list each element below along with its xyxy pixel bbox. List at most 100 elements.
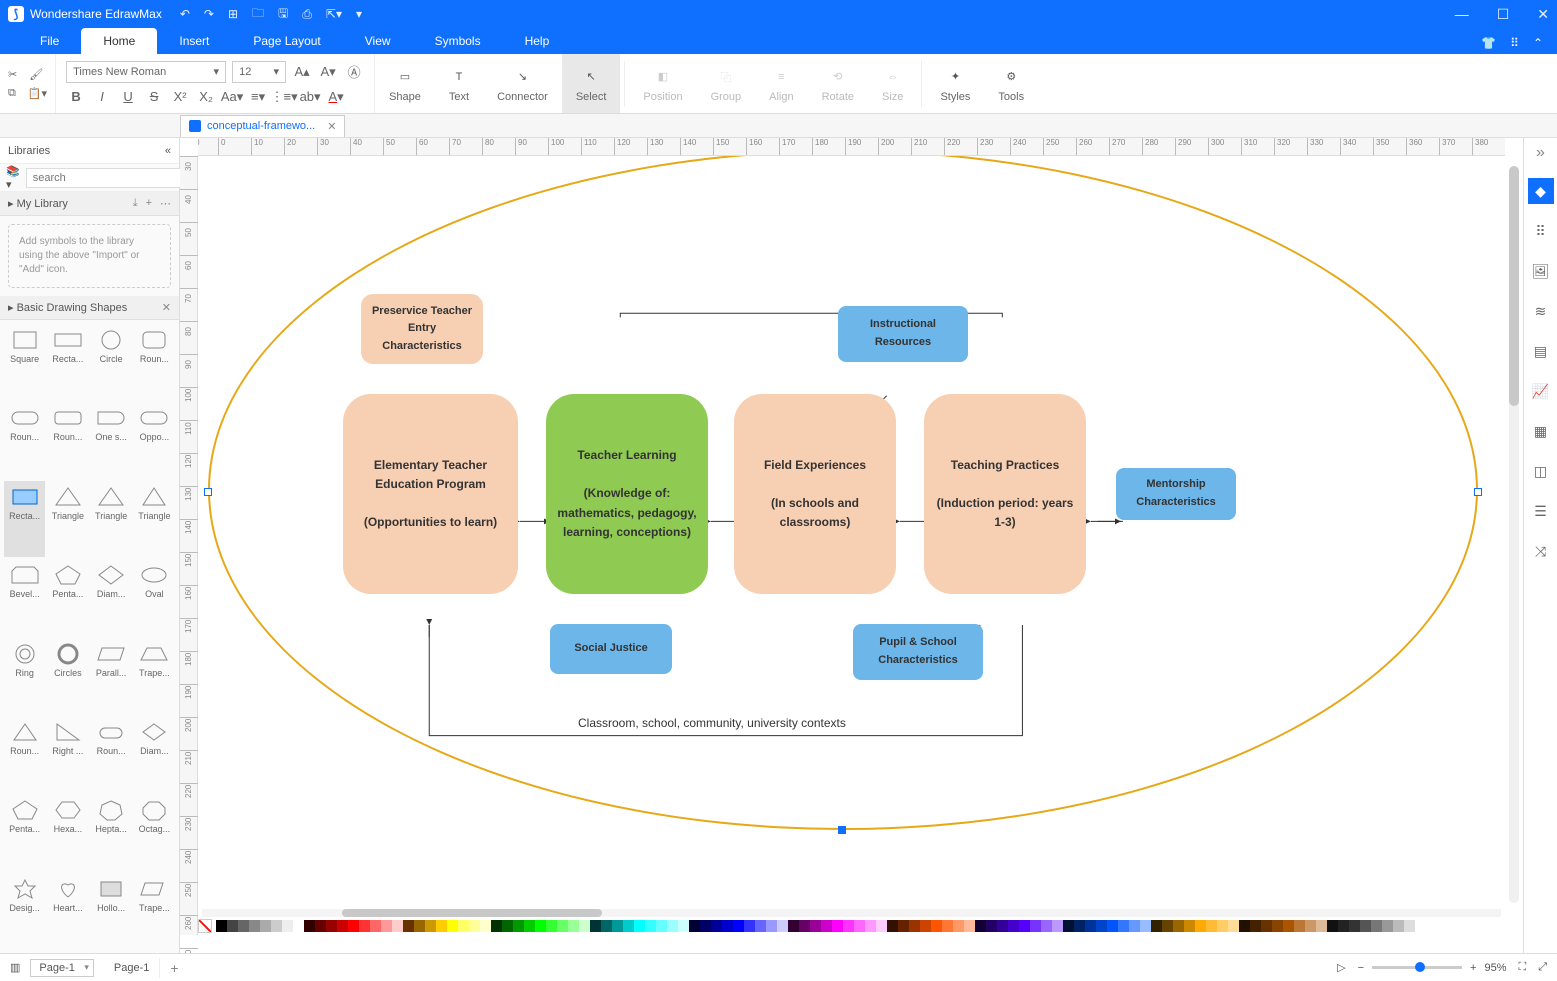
- color-swatch[interactable]: [1283, 920, 1294, 932]
- color-swatch[interactable]: [1327, 920, 1338, 932]
- close-section-icon[interactable]: ✕: [162, 301, 171, 314]
- select-tool[interactable]: ↖Select: [562, 54, 621, 113]
- library-search-input[interactable]: [26, 168, 182, 188]
- color-swatch[interactable]: [612, 920, 623, 932]
- styles-tool[interactable]: ✦Styles: [926, 54, 984, 113]
- color-swatch[interactable]: [271, 920, 282, 932]
- color-swatch[interactable]: [1063, 920, 1074, 932]
- color-swatch[interactable]: [667, 920, 678, 932]
- shape-item[interactable]: Recta...: [47, 324, 88, 400]
- no-color-icon[interactable]: [198, 919, 212, 933]
- color-swatch[interactable]: [425, 920, 436, 932]
- node-mentorship[interactable]: Mentorship Characteristics: [1116, 468, 1236, 520]
- color-swatch[interactable]: [1096, 920, 1107, 932]
- color-swatch[interactable]: [447, 920, 458, 932]
- shape-item[interactable]: Circle: [91, 324, 132, 400]
- color-swatch[interactable]: [810, 920, 821, 932]
- shape-item[interactable]: Roun...: [134, 324, 175, 400]
- color-swatch[interactable]: [700, 920, 711, 932]
- export-icon[interactable]: ⇱▾: [326, 7, 342, 21]
- color-swatch[interactable]: [953, 920, 964, 932]
- color-swatch[interactable]: [711, 920, 722, 932]
- color-swatch[interactable]: [1074, 920, 1085, 932]
- align-tool[interactable]: ≡Align: [755, 54, 807, 113]
- color-swatch[interactable]: [920, 920, 931, 932]
- color-swatch[interactable]: [282, 920, 293, 932]
- color-swatch[interactable]: [359, 920, 370, 932]
- bullets-icon[interactable]: ≡▾: [248, 87, 268, 107]
- shape-item[interactable]: Roun...: [4, 402, 45, 478]
- text-tool[interactable]: TText: [435, 54, 483, 113]
- color-swatch[interactable]: [777, 920, 788, 932]
- zoom-out-icon[interactable]: −: [1358, 962, 1364, 974]
- color-swatch[interactable]: [1250, 920, 1261, 932]
- italic-icon[interactable]: I: [92, 87, 112, 107]
- size-tool[interactable]: ⇔Size: [868, 54, 917, 113]
- import-icon[interactable]: ⤓: [133, 197, 138, 210]
- color-swatch[interactable]: [1052, 920, 1063, 932]
- shape-item[interactable]: Ring: [4, 638, 45, 714]
- color-swatch[interactable]: [513, 920, 524, 932]
- color-swatch[interactable]: [1404, 920, 1415, 932]
- shape-item[interactable]: Diam...: [134, 716, 175, 792]
- font-name-select[interactable]: Times New Roman▾: [66, 61, 226, 83]
- shuffle-icon[interactable]: ⤨: [1528, 538, 1554, 564]
- cut-icon[interactable]: ✂: [8, 68, 17, 81]
- shape-item[interactable]: Hexa...: [47, 794, 88, 870]
- color-swatch[interactable]: [436, 920, 447, 932]
- basic-shapes-label[interactable]: Basic Drawing Shapes: [17, 302, 128, 314]
- color-swatch[interactable]: [491, 920, 502, 932]
- color-swatch[interactable]: [634, 920, 645, 932]
- image-icon[interactable]: 🖼: [1528, 258, 1554, 284]
- color-swatch[interactable]: [744, 920, 755, 932]
- more-lib-icon[interactable]: ⋯: [160, 197, 171, 210]
- color-swatch[interactable]: [392, 920, 403, 932]
- color-swatch[interactable]: [315, 920, 326, 932]
- resize-handle[interactable]: [204, 488, 212, 496]
- add-page-icon[interactable]: +: [170, 960, 178, 976]
- color-swatch[interactable]: [766, 920, 777, 932]
- color-swatch[interactable]: [1140, 920, 1151, 932]
- color-swatch[interactable]: [986, 920, 997, 932]
- node-instructional[interactable]: Instructional Resources: [838, 306, 968, 362]
- fontcolor-icon[interactable]: A▾: [326, 87, 346, 107]
- color-swatch[interactable]: [1151, 920, 1162, 932]
- connector-tool[interactable]: ↘Connector: [483, 54, 562, 113]
- color-swatch[interactable]: [887, 920, 898, 932]
- shape-item[interactable]: Square: [4, 324, 45, 400]
- shape-item[interactable]: Roun...: [4, 716, 45, 792]
- expand-rail-icon[interactable]: »: [1536, 144, 1545, 164]
- color-swatch[interactable]: [1228, 920, 1239, 932]
- shape-item[interactable]: Triangle: [91, 481, 132, 557]
- shape-item[interactable]: Oppo...: [134, 402, 175, 478]
- color-swatch[interactable]: [843, 920, 854, 932]
- menu-pagelayout[interactable]: Page Layout: [231, 28, 342, 54]
- fit-icon[interactable]: ⛶: [1518, 961, 1526, 974]
- color-swatch[interactable]: [216, 920, 227, 932]
- color-swatch[interactable]: [656, 920, 667, 932]
- hscroll[interactable]: [202, 909, 1501, 917]
- node-pupil[interactable]: Pupil & School Characteristics: [853, 624, 983, 680]
- color-swatch[interactable]: [1272, 920, 1283, 932]
- undo-icon[interactable]: ↶: [180, 7, 190, 21]
- color-swatch[interactable]: [1360, 920, 1371, 932]
- color-swatch[interactable]: [854, 920, 865, 932]
- color-swatch[interactable]: [1085, 920, 1096, 932]
- shape-item[interactable]: Hollo...: [91, 873, 132, 949]
- rotate-tool[interactable]: ⟲Rotate: [808, 54, 868, 113]
- color-swatch[interactable]: [1294, 920, 1305, 932]
- shrink-font-icon[interactable]: A▾: [318, 62, 338, 82]
- menu-help[interactable]: Help: [503, 28, 572, 54]
- case-icon[interactable]: Aa▾: [222, 87, 242, 107]
- position-tool[interactable]: ◧Position: [629, 54, 696, 113]
- shape-item[interactable]: Trape...: [134, 638, 175, 714]
- shape-item[interactable]: Hepta...: [91, 794, 132, 870]
- color-swatch[interactable]: [1316, 920, 1327, 932]
- format-painter-icon[interactable]: 🖌: [29, 68, 43, 81]
- shape-item[interactable]: Trape...: [134, 873, 175, 949]
- paste-icon[interactable]: 📋▾: [28, 87, 47, 100]
- shape-item[interactable]: Roun...: [91, 716, 132, 792]
- shape-item[interactable]: Triangle: [47, 481, 88, 557]
- menu-insert[interactable]: Insert: [157, 28, 231, 54]
- underline-icon[interactable]: U: [118, 87, 138, 107]
